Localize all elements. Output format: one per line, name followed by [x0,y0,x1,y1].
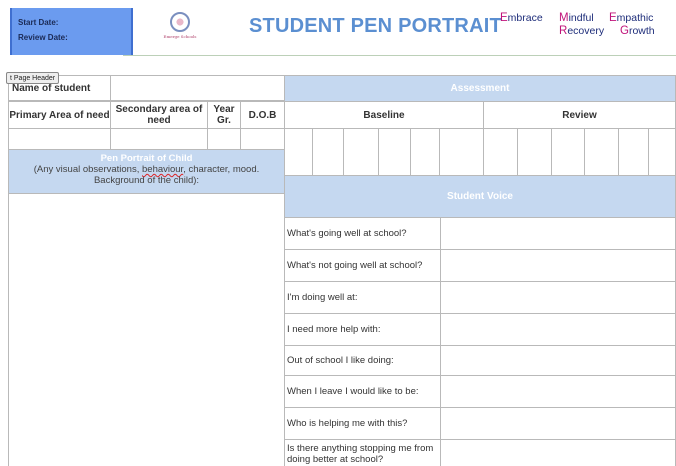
baseline-score-cell-1[interactable] [284,128,313,176]
secondary-area-field[interactable] [110,128,208,150]
question-not-going-well: What's not going well at school? [284,249,441,282]
year-group-field[interactable] [207,128,241,150]
question-who-is-helping: Who is helping me with this? [284,407,441,440]
review-score-cell-2[interactable] [517,128,552,176]
answer-anything-stopping[interactable] [440,439,676,466]
review-score-cell-5[interactable] [618,128,649,176]
dob-label: D.O.B [240,101,285,129]
pen-portrait-note: (Any visual observations, behaviour, cha… [33,164,260,186]
question-out-of-school: Out of school I like doing: [284,345,441,376]
baseline-score-cell-4[interactable] [378,128,411,176]
review-score-cell-6[interactable] [648,128,676,176]
answer-need-more-help[interactable] [440,313,676,346]
answer-doing-well-at[interactable] [440,281,676,314]
page-header-tag[interactable]: t Page Header [6,72,60,84]
baseline-score-cell-6[interactable] [439,128,484,176]
start-date-label: Start Date: [18,18,59,27]
header-date-box: Start Date: Review Date: [10,8,133,55]
pen-portrait-title: Pen Portrait of Child [100,153,193,164]
pen-portrait-header: Pen Portrait of Child (Any visual observ… [8,149,285,194]
review-score-cell-3[interactable] [551,128,585,176]
school-name: Emerge Schools [163,34,197,39]
value-mindful: Mindful [559,12,594,24]
school-logo-emblem-icon [170,12,190,32]
answer-who-is-helping[interactable] [440,407,676,440]
review-label: Review [483,101,676,129]
question-doing-well-at: I'm doing well at: [284,281,441,314]
pen-portrait-field[interactable] [8,193,285,466]
review-score-cell-4[interactable] [584,128,619,176]
value-embrace: Embrace [500,12,543,24]
review-score-cell-1[interactable] [483,128,518,176]
question-need-more-help: I need more help with: [284,313,441,346]
assessment-header: Assessment [284,75,676,102]
baseline-label: Baseline [284,101,484,129]
baseline-score-cell-3[interactable] [343,128,379,176]
student-voice-header: Student Voice [284,175,676,218]
answer-going-well[interactable] [440,217,676,250]
dob-field[interactable] [240,128,285,150]
question-when-i-leave: When I leave I would like to be: [284,375,441,408]
answer-out-of-school[interactable] [440,345,676,376]
answer-when-i-leave[interactable] [440,375,676,408]
secondary-area-label: Secondary area of need [110,101,208,129]
school-logo: Emerge Schools [160,12,200,42]
answer-not-going-well[interactable] [440,249,676,282]
page-title: STUDENT PEN PORTRAIT [249,15,502,37]
header-divider [123,55,676,56]
review-date-label: Review Date: [18,33,68,42]
primary-area-field[interactable] [8,128,111,150]
question-anything-stopping: Is there anything stopping me from doing… [284,439,441,466]
question-going-well: What's going well at school? [284,217,441,250]
value-growth: Growth [620,25,655,37]
year-group-label: Year Gr. [207,101,241,129]
value-recovery: Recovery [559,25,605,37]
primary-area-label: Primary Area of need [8,101,111,129]
baseline-score-cell-2[interactable] [312,128,344,176]
name-of-student-field[interactable] [110,75,285,101]
value-empathic: Empathic [609,12,654,24]
baseline-score-cell-5[interactable] [410,128,440,176]
